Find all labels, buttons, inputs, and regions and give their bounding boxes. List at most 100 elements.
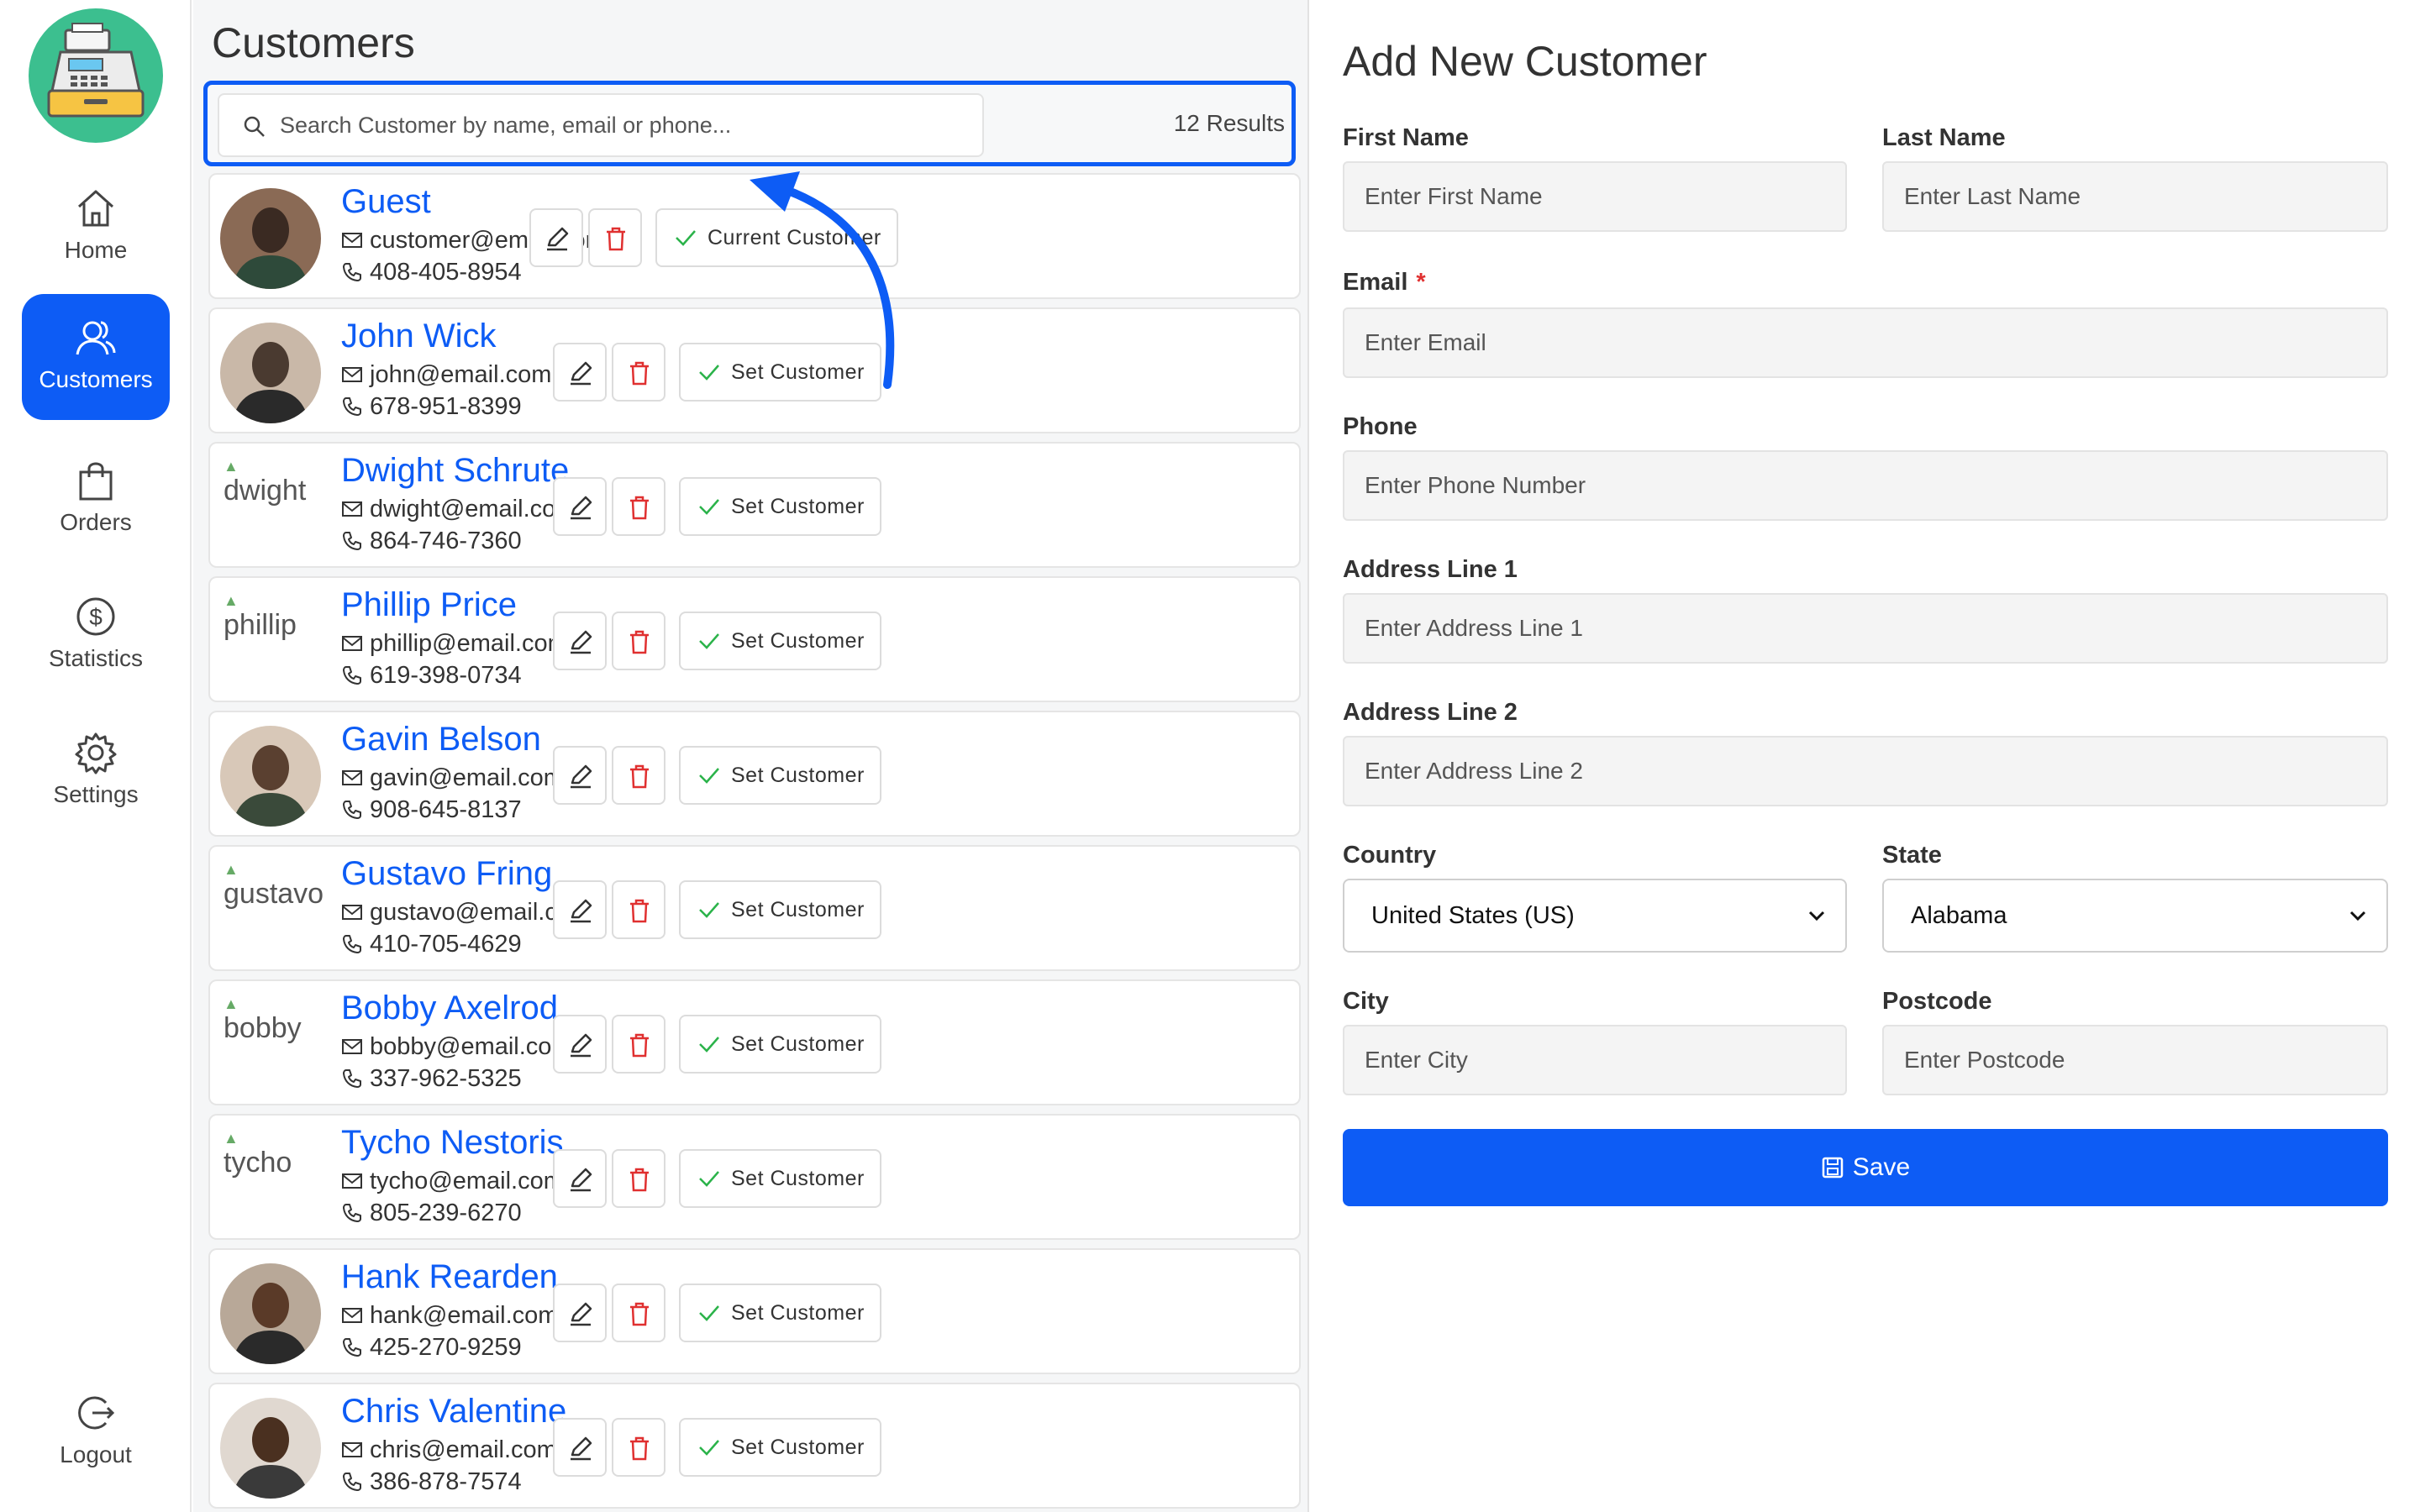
customer-phone: 805-239-6270 <box>341 1200 522 1227</box>
customer-card[interactable]: ▲ dwight Dwight Schrute dwight@email.com… <box>208 442 1301 568</box>
state-select[interactable]: Alabama <box>1882 879 2388 953</box>
sidebar-item-statistics[interactable]: $ Statistics <box>22 573 170 699</box>
customer-name[interactable]: Hank Rearden <box>341 1258 558 1296</box>
action-label: Current Customer <box>708 226 881 249</box>
set-customer-button[interactable]: Set Customer <box>679 1015 881 1074</box>
check-icon <box>699 633 719 649</box>
customer-phone: 678-951-8399 <box>341 393 522 421</box>
check-icon <box>699 1440 719 1456</box>
customer-email: john@email.com <box>341 361 551 389</box>
trash-icon <box>630 630 649 654</box>
set-customer-button[interactable]: Set Customer <box>679 477 881 536</box>
pencil-icon <box>571 496 592 520</box>
avatar-alt-text: gustavo <box>224 878 324 910</box>
delete-button[interactable] <box>612 612 666 670</box>
customer-name[interactable]: Gavin Belson <box>341 721 541 759</box>
action-label: Set Customer <box>731 1167 865 1190</box>
email-field[interactable] <box>1343 307 2388 378</box>
customer-name[interactable]: Chris Valentine <box>341 1393 566 1431</box>
customer-card[interactable]: Gavin Belson gavin@email.com 908-645-813… <box>208 711 1301 837</box>
save-button[interactable]: Save <box>1343 1129 2388 1206</box>
search-input[interactable] <box>280 102 969 149</box>
delete-button[interactable] <box>612 1418 666 1477</box>
city-field[interactable] <box>1343 1025 1847 1095</box>
delete-button[interactable] <box>612 1284 666 1342</box>
edit-button[interactable] <box>553 612 607 670</box>
chevron-down-icon <box>1808 911 1825 921</box>
edit-button[interactable] <box>553 1284 607 1342</box>
avatar <box>220 1398 321 1499</box>
phone-icon <box>343 397 361 416</box>
logout-button[interactable]: Logout <box>22 1369 170 1495</box>
set-customer-button[interactable]: Set Customer <box>679 343 881 402</box>
save-label: Save <box>1852 1153 1911 1181</box>
chevron-down-icon <box>2349 911 2366 921</box>
edit-button[interactable] <box>553 343 607 402</box>
set-customer-button[interactable]: Set Customer <box>679 1284 881 1342</box>
edit-button[interactable] <box>553 477 607 536</box>
customer-phone-text: 425-270-9259 <box>370 1334 522 1361</box>
delete-button[interactable] <box>612 343 666 402</box>
customer-name[interactable]: Tycho Nestoris <box>341 1124 564 1162</box>
state-label: State <box>1882 842 1942 869</box>
customer-card[interactable]: Chris Valentine chris@email.com 386-878-… <box>208 1383 1301 1509</box>
delete-button[interactable] <box>612 1149 666 1208</box>
last-name-field[interactable] <box>1882 161 2388 232</box>
customer-email: phillip@email.com <box>341 630 568 658</box>
customer-name[interactable]: Gustavo Fring <box>341 855 552 893</box>
sidebar-item-label: Orders <box>60 509 132 535</box>
postcode-field[interactable] <box>1882 1025 2388 1095</box>
customer-name[interactable]: Dwight Schrute <box>341 452 569 490</box>
edit-button[interactable] <box>553 1015 607 1074</box>
address2-field[interactable] <box>1343 736 2388 806</box>
delete-button[interactable] <box>612 880 666 939</box>
delete-button[interactable] <box>612 746 666 805</box>
sidebar-item-settings[interactable]: Settings <box>22 709 170 835</box>
customer-card[interactable]: ▲ tycho Tycho Nestoris tycho@email.com 8… <box>208 1114 1301 1240</box>
delete-button[interactable] <box>612 477 666 536</box>
edit-button[interactable] <box>553 880 607 939</box>
sidebar-item-label: Settings <box>53 781 139 807</box>
search-box[interactable] <box>218 93 984 157</box>
delete-button[interactable] <box>612 1015 666 1074</box>
set-customer-button[interactable]: Set Customer <box>679 746 881 805</box>
pencil-icon <box>571 1302 592 1326</box>
customer-card[interactable]: Guest customer@email.com 408-405-8954 Cu… <box>208 173 1301 299</box>
edit-button[interactable] <box>553 1418 607 1477</box>
sidebar-item-orders[interactable]: Orders <box>22 437 170 563</box>
edit-button[interactable] <box>529 208 583 267</box>
customer-card[interactable]: Hank Rearden hank@email.com 425-270-9259… <box>208 1248 1301 1374</box>
customer-name[interactable]: Guest <box>341 183 431 221</box>
country-value: United States (US) <box>1371 902 1575 929</box>
customer-card[interactable]: ▲ phillip Phillip Price phillip@email.co… <box>208 576 1301 702</box>
trash-icon <box>630 764 649 789</box>
customer-card[interactable]: ▲ bobby Bobby Axelrod bobby@email.com 33… <box>208 979 1301 1105</box>
set-customer-button[interactable]: Set Customer <box>679 612 881 670</box>
customer-email-text: tycho@email.com <box>370 1168 564 1194</box>
customer-card[interactable]: ▲ gustavo Gustavo Fring gustavo@email.co… <box>208 845 1301 971</box>
phone-field[interactable] <box>1343 450 2388 521</box>
sidebar-item-customers[interactable]: Customers <box>22 294 170 420</box>
country-select[interactable]: United States (US) <box>1343 879 1847 953</box>
set-customer-button[interactable]: Set Customer <box>679 880 881 939</box>
customer-name[interactable]: Bobby Axelrod <box>341 990 558 1027</box>
address1-field[interactable] <box>1343 593 2388 664</box>
customer-name[interactable]: John Wick <box>341 318 497 355</box>
edit-button[interactable] <box>553 1149 607 1208</box>
set-customer-button[interactable]: Set Customer <box>679 1418 881 1477</box>
customer-name[interactable]: Phillip Price <box>341 586 517 624</box>
edit-button[interactable] <box>553 746 607 805</box>
customer-card[interactable]: John Wick john@email.com 678-951-8399 Se… <box>208 307 1301 433</box>
first-name-field[interactable] <box>1343 161 1847 232</box>
trash-icon <box>630 1436 649 1461</box>
set-customer-button[interactable]: Set Customer <box>679 1149 881 1208</box>
city-label: City <box>1343 988 1389 1015</box>
broken-image-avatar: ▲ phillip <box>224 593 333 642</box>
phone-label: Phone <box>1343 413 1418 440</box>
delete-button[interactable] <box>588 208 642 267</box>
mail-icon <box>342 367 362 382</box>
action-label: Set Customer <box>731 629 865 653</box>
current-customer-button[interactable]: Current Customer <box>655 208 898 267</box>
sidebar-item-home[interactable]: Home <box>22 165 170 291</box>
cash-register-icon[interactable] <box>29 8 163 143</box>
